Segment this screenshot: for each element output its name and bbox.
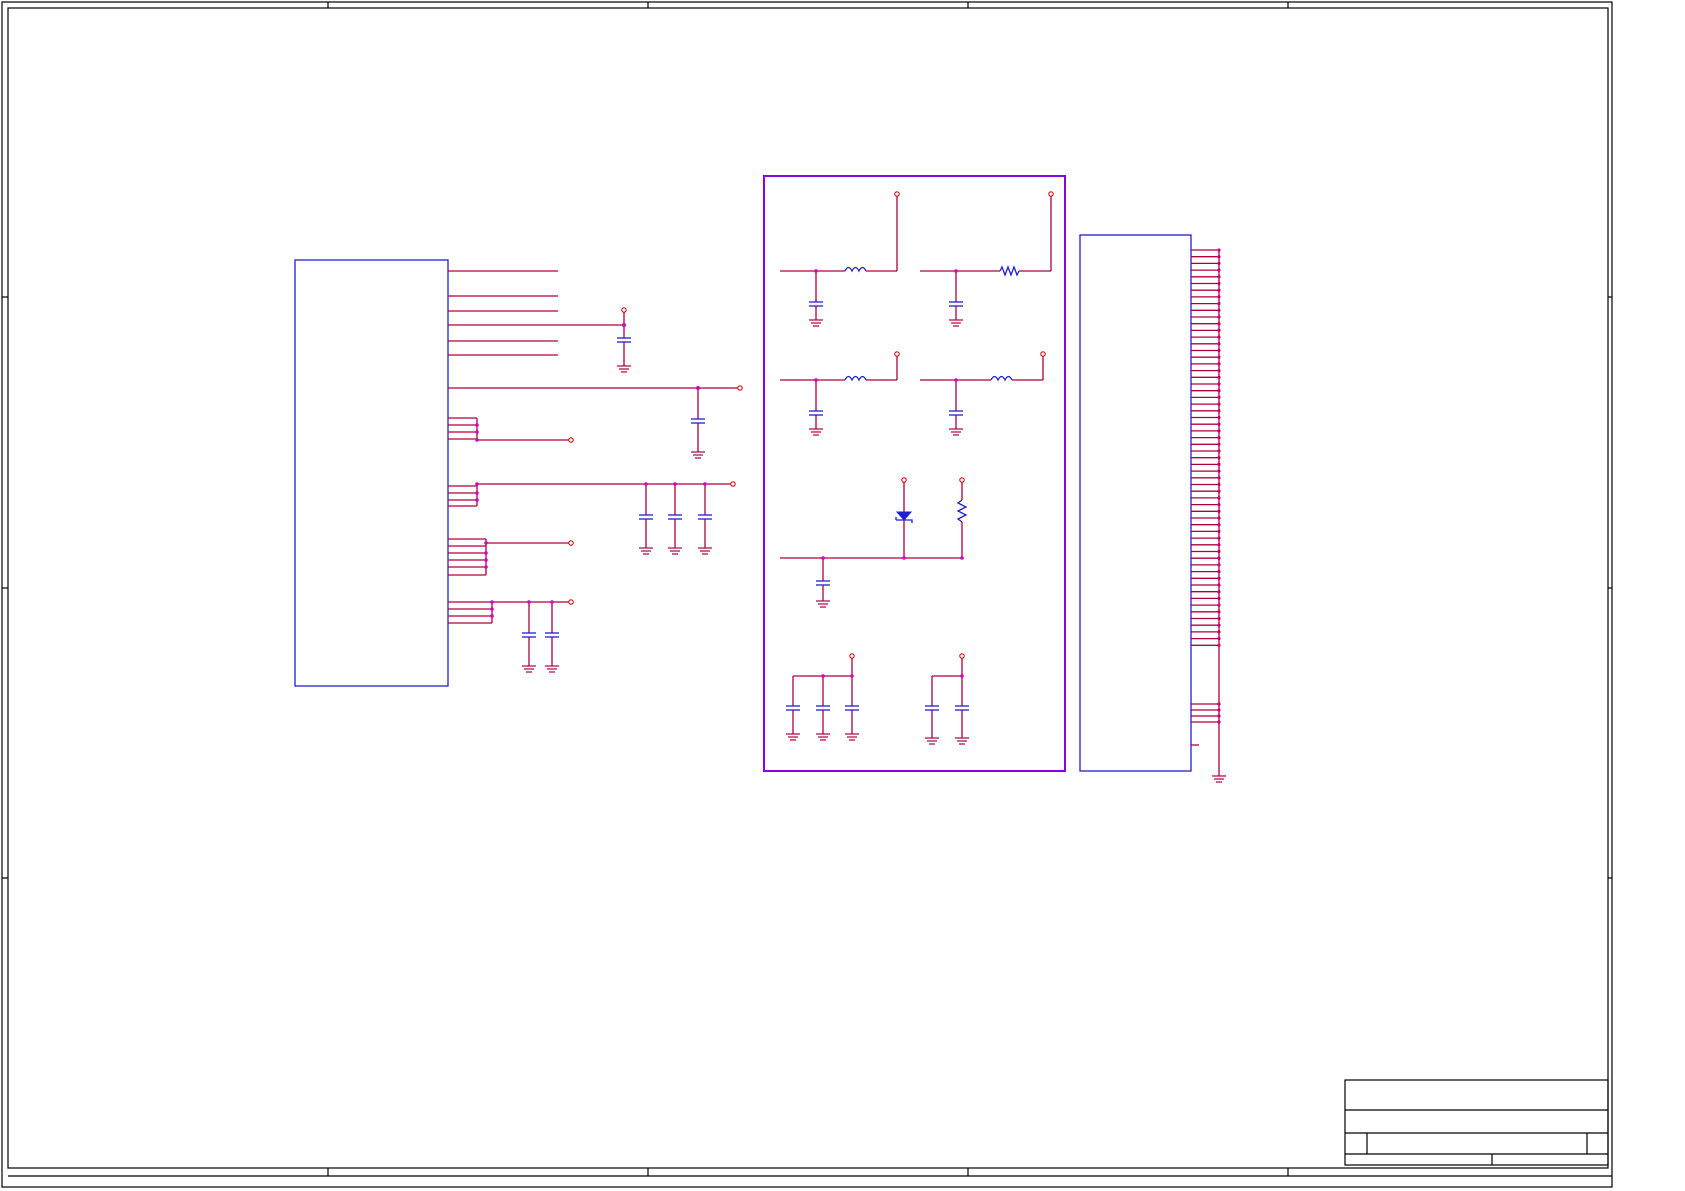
ground-symbol — [698, 547, 712, 555]
junction — [696, 386, 700, 390]
power-port-12 — [959, 477, 965, 483]
schematic-diagram — [1, 1, 1613, 1188]
power-port-5 — [568, 540, 574, 546]
power-port-11 — [901, 477, 907, 483]
power-port-8 — [1048, 191, 1054, 197]
ground-symbol — [522, 665, 536, 673]
ground-symbol — [845, 733, 859, 741]
ground-symbol — [816, 600, 830, 608]
ground-symbol — [691, 451, 705, 459]
filter-2 — [920, 191, 1054, 320]
ground-symbol — [949, 319, 963, 327]
ground-symbol — [949, 428, 963, 436]
power-port-9 — [894, 351, 900, 357]
ground-symbol — [668, 547, 682, 555]
power-filter-group — [763, 175, 1066, 772]
ground-symbol — [955, 737, 969, 745]
ground-symbol — [809, 428, 823, 436]
group-box — [763, 175, 1066, 772]
capacitor-c1 — [617, 310, 631, 366]
outer-border — [1, 1, 1613, 1188]
junction — [622, 323, 626, 327]
power-port-3 — [568, 437, 574, 443]
zone-ticks-bottom — [8, 1168, 1612, 1177]
ground-symbols — [522, 319, 1226, 783]
cap-bank-b — [925, 653, 969, 738]
zone-ticks-side — [2, 296, 1612, 879]
reset-network — [780, 477, 968, 601]
power-port-6 — [568, 599, 574, 605]
zone-ticks-top — [327, 2, 1289, 8]
inductor-l2 — [844, 375, 867, 382]
power-port-7 — [894, 191, 900, 197]
power-port-2 — [737, 385, 743, 391]
capacitor-c4 — [668, 484, 682, 548]
pin-group-4 — [448, 599, 574, 666]
ground-symbol — [545, 665, 559, 673]
left-ic-pin-stubs — [448, 270, 740, 389]
capacitor-c2 — [691, 388, 705, 452]
ground-symbol — [786, 733, 800, 741]
ground-symbol — [809, 319, 823, 327]
ground-symbol — [925, 737, 939, 745]
ground-symbol — [639, 547, 653, 555]
inductor-l3 — [990, 375, 1013, 382]
cap-bank-a — [786, 653, 859, 734]
capacitor-c7 — [545, 602, 559, 666]
filter-1 — [780, 191, 900, 320]
capacitor-c6 — [522, 602, 536, 666]
power-port-4 — [730, 481, 736, 487]
zener-diode-d1 — [895, 511, 913, 521]
ground-symbol — [617, 365, 631, 373]
pin-group-3 — [448, 538, 574, 576]
capacitor-c3 — [639, 484, 653, 548]
power-port-14 — [959, 653, 965, 659]
inductor-l1 — [844, 266, 867, 273]
inner-border — [7, 7, 1609, 1169]
ground-symbol — [816, 733, 830, 741]
left-ic-body — [294, 259, 449, 687]
filter-3 — [780, 351, 900, 429]
left-ic — [294, 259, 743, 687]
connector — [1079, 234, 1221, 776]
resistor-r1 — [999, 265, 1020, 277]
resistor-r2 — [956, 499, 968, 523]
pin-group-1 — [448, 417, 574, 443]
title-block — [1344, 1079, 1609, 1166]
connector-body — [1079, 234, 1192, 772]
connector-pins — [1191, 248, 1221, 724]
power-port-1 — [621, 307, 627, 313]
capacitor-c5 — [698, 484, 712, 548]
power-port-10 — [1040, 351, 1046, 357]
pin-group-2 — [448, 481, 736, 548]
ground-symbol — [1212, 775, 1226, 783]
power-port-13 — [849, 653, 855, 659]
sheet-frame — [1, 1, 1613, 1188]
filter-4 — [920, 351, 1046, 429]
